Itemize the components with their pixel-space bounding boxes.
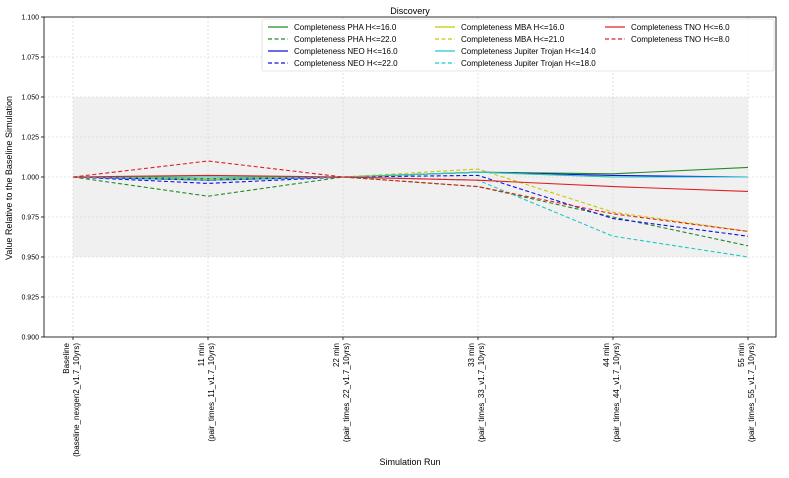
legend-entry: Completeness Jupiter Trojan H<=18.0 — [461, 59, 596, 68]
legend-entry: Completeness PHA H<=22.0 — [294, 35, 397, 44]
y-tick-label: 0.900 — [21, 335, 39, 342]
x-tick-label: 55 min — [737, 343, 746, 367]
x-tick-label: 11 min — [197, 343, 206, 366]
x-tick-label: (pair_times_11_v1.7_10yrs) — [207, 343, 216, 442]
x-tick-label: (pair_times_55_v1.7_10yrs) — [747, 343, 756, 442]
x-tick-label: 33 min — [467, 343, 476, 367]
y-tick-label: 0.950 — [21, 255, 39, 262]
chart-title: Discovery — [390, 6, 430, 16]
line-chart: Discovery Simulation Run Value Relative … — [4, 6, 777, 467]
x-tick-label: Baseline — [62, 342, 71, 373]
legend-entry: Completeness TNO H<=6.0 — [631, 23, 730, 32]
plot-area: 0.900 0.925 0.950 0.975 1.000 1.025 1.050 1.075… — [21, 15, 777, 457]
y-tick-label: 1.000 — [21, 175, 39, 182]
y-tick-label: 1.025 — [21, 135, 39, 142]
x-tick-label: (pair_times_44_v1.7_10yrs) — [612, 343, 621, 442]
y-tick-label: 1.050 — [21, 95, 39, 102]
x-tick-label: (baseline_nexgen2_v1.7_10yrs) — [72, 343, 81, 457]
legend-entry: Completeness NEO H<=22.0 — [294, 59, 398, 68]
x-axis-label: Simulation Run — [379, 457, 440, 467]
legend: Completeness PHA H<=16.0 Completeness PHA… — [261, 18, 775, 72]
legend-entry: Completeness PHA H<=16.0 — [294, 23, 397, 32]
legend-entry: Completeness NEO H<=16.0 — [294, 47, 398, 56]
y-axis-label: Value Relative to the Baseline Simulatio… — [4, 96, 14, 260]
legend-entry: Completeness MBA H<=16.0 — [461, 23, 565, 32]
legend-entry: Completeness MBA H<=21.0 — [461, 35, 565, 44]
x-tick-label: (pair_times_33_v1.7_10yrs) — [477, 343, 486, 442]
y-tick-label: 1.100 — [21, 15, 39, 22]
x-tick-label: 22 min — [332, 343, 341, 367]
x-tick-label: (pair_times_22_v1.7_10yrs) — [342, 343, 351, 442]
x-tick-label: 44 min — [602, 343, 611, 367]
legend-entry: Completeness TNO H<=8.0 — [631, 35, 730, 44]
chart-container: Discovery Simulation Run Value Relative … — [0, 0, 789, 473]
y-tick-label: 1.075 — [21, 55, 39, 62]
y-tick-label: 0.975 — [21, 215, 39, 222]
legend-entry: Completeness Jupiter Trojan H<=14.0 — [461, 47, 596, 56]
y-tick-label: 0.925 — [21, 295, 39, 302]
